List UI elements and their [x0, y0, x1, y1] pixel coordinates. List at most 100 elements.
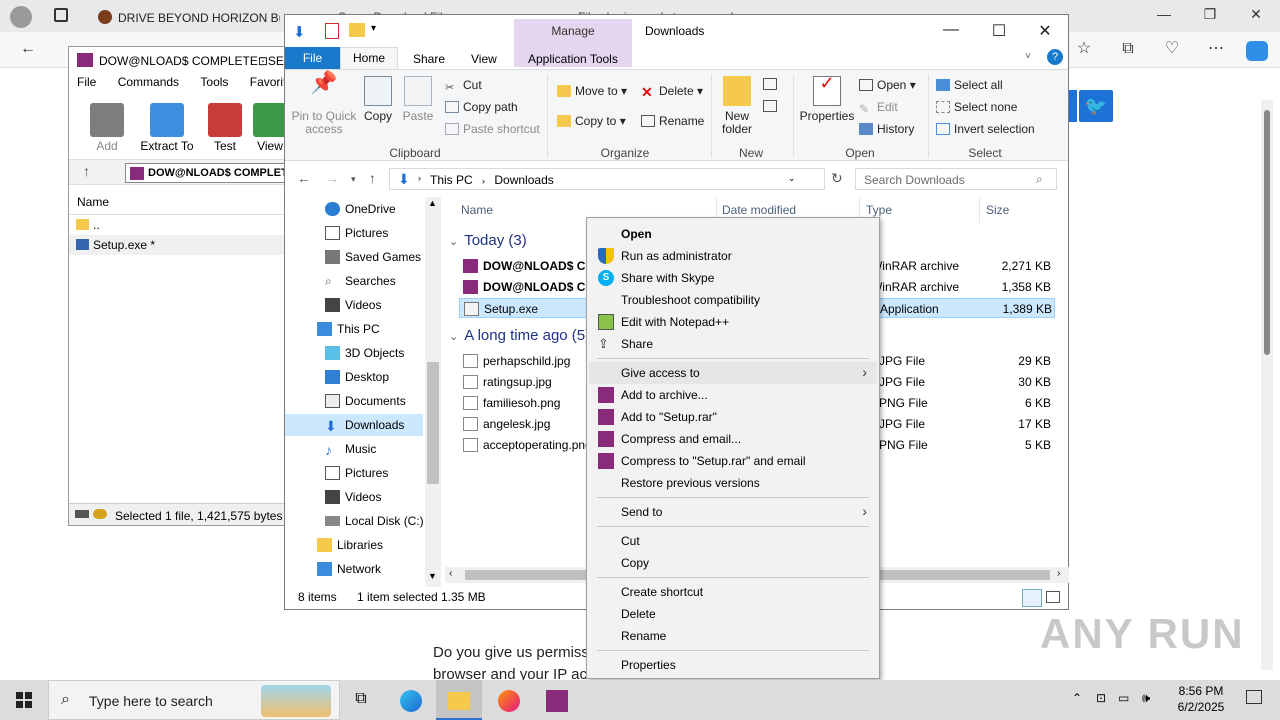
- restore-icon[interactable]: ❐: [1200, 6, 1220, 26]
- properties-button[interactable]: ✓ Properties: [799, 74, 855, 123]
- tree-item-videos[interactable]: Videos: [315, 294, 381, 316]
- menu-item-copy[interactable]: Copy: [589, 552, 877, 574]
- customize-dropdown-icon[interactable]: ▾: [371, 23, 376, 34]
- tree-item-onedrive[interactable]: OneDrive: [315, 198, 396, 220]
- properties-quick-icon[interactable]: [325, 23, 339, 39]
- cut-button[interactable]: ✂ Cut: [445, 78, 482, 94]
- breadcrumb-this-pc[interactable]: This PC: [430, 173, 473, 187]
- copilot-icon[interactable]: [1246, 41, 1268, 61]
- list-item[interactable]: Setup.exe *: [69, 235, 287, 255]
- tree-item-videos-pc[interactable]: Videos: [315, 486, 381, 508]
- ribbon-collapse-icon[interactable]: ˅: [1025, 51, 1031, 62]
- rename-button[interactable]: Rename: [641, 114, 704, 128]
- menu-item-restore[interactable]: Restore previous versions: [589, 472, 877, 494]
- address-dropdown-icon[interactable]: ⌄: [788, 173, 796, 184]
- tab-application-tools[interactable]: Application Tools: [528, 49, 618, 69]
- history-button[interactable]: History: [859, 122, 914, 136]
- navigation-scrollbar[interactable]: ▲ ▼: [425, 197, 441, 587]
- clock[interactable]: 8:56 PM 6/2/2025: [1170, 683, 1232, 715]
- delete-button[interactable]: ✕ Delete ▾: [641, 84, 703, 100]
- firefox-taskbar-button[interactable]: [486, 680, 532, 720]
- taskbar-search-input[interactable]: ⌕ Type here to search: [48, 680, 340, 720]
- tree-item-documents[interactable]: Documents: [315, 390, 406, 412]
- start-button[interactable]: [0, 680, 48, 720]
- back-icon[interactable]: ←: [16, 38, 40, 60]
- new-folder-quick-icon[interactable]: [349, 23, 365, 37]
- menu-item-open[interactable]: Open: [589, 223, 877, 245]
- scroll-up-icon[interactable]: ▲: [428, 198, 437, 208]
- new-folder-button[interactable]: New folder: [717, 76, 757, 136]
- edit-button[interactable]: ✎ Edit: [859, 100, 898, 116]
- ethernet-icon[interactable]: ▭: [1118, 691, 1129, 705]
- extensions-icon[interactable]: ♡: [1160, 38, 1184, 60]
- open-button[interactable]: Open ▾: [859, 78, 916, 92]
- select-none-button[interactable]: Select none: [936, 100, 1017, 114]
- notifications-icon[interactable]: [1246, 690, 1262, 704]
- easy-access-icon[interactable]: [763, 100, 777, 112]
- volume-icon[interactable]: 🕪: [1142, 690, 1150, 706]
- search-input[interactable]: Search Downloads ⌕: [855, 168, 1057, 190]
- menu-tools[interactable]: Tools: [200, 75, 228, 89]
- chevron-up-icon[interactable]: ⌃: [1072, 691, 1082, 705]
- menu-item-delete[interactable]: Delete: [589, 603, 877, 625]
- tab-view[interactable]: View: [471, 49, 497, 69]
- paste-shortcut-button[interactable]: Paste shortcut: [445, 122, 540, 136]
- up-arrow-icon[interactable]: ↑: [83, 163, 90, 179]
- copy-path-button[interactable]: Copy path: [445, 100, 518, 114]
- copy-to-button[interactable]: Copy to ▾: [557, 114, 626, 128]
- tree-item-3d-objects[interactable]: 3D Objects: [315, 342, 404, 364]
- quick-access-arrow-icon[interactable]: ⬇: [293, 23, 306, 41]
- tree-item-downloads[interactable]: ⬇ Downloads: [285, 414, 423, 436]
- favorites-icon[interactable]: ☆: [1072, 38, 1096, 60]
- profile-avatar-icon[interactable]: [10, 6, 32, 28]
- scroll-right-icon[interactable]: ›: [1057, 568, 1060, 579]
- menu-item-notepad[interactable]: Edit with Notepad++: [589, 311, 877, 333]
- close-icon[interactable]: ✕: [1246, 6, 1266, 26]
- collections-icon[interactable]: ⧉: [1116, 38, 1140, 60]
- tree-item-this-pc[interactable]: This PC: [285, 318, 380, 340]
- select-all-button[interactable]: Select all: [936, 78, 1003, 92]
- twitter-icon[interactable]: 🐦: [1079, 90, 1113, 122]
- large-icons-view-icon[interactable]: [1046, 591, 1060, 603]
- tab-share[interactable]: Share: [413, 49, 445, 69]
- column-header-date[interactable]: Date modified: [722, 203, 796, 217]
- address-bar[interactable]: ⬇ › This PC › Downloads ⌄: [389, 168, 825, 190]
- group-header-today[interactable]: ⌄ Today (3): [449, 232, 527, 249]
- extract-to-button[interactable]: Extract To: [139, 103, 195, 153]
- more-icon[interactable]: ⋯: [1204, 38, 1228, 60]
- move-to-button[interactable]: Move to ▾: [557, 84, 627, 98]
- details-view-icon[interactable]: [1022, 589, 1042, 607]
- up-icon[interactable]: ↑: [369, 170, 376, 186]
- menu-item-add-setup-rar[interactable]: Add to "Setup.rar": [589, 406, 877, 428]
- tree-item-libraries[interactable]: Libraries: [285, 534, 383, 556]
- tree-item-searches[interactable]: ⌕ Searches: [315, 270, 396, 292]
- tab-home[interactable]: Home: [340, 47, 398, 69]
- menu-item-properties[interactable]: Properties: [589, 654, 877, 676]
- tree-item-pictures[interactable]: Pictures: [315, 222, 388, 244]
- breadcrumb-downloads[interactable]: Downloads: [494, 173, 553, 187]
- help-icon[interactable]: ?: [1047, 49, 1063, 65]
- tab-actions-icon[interactable]: [54, 8, 68, 22]
- menu-commands[interactable]: Commands: [118, 75, 179, 89]
- tree-item-saved-games[interactable]: Saved Games: [315, 246, 421, 268]
- paste-button[interactable]: Paste: [401, 76, 435, 123]
- maximize-icon[interactable]: ☐: [984, 21, 1014, 41]
- menu-item-give-access[interactable]: Give access to ›: [589, 362, 877, 384]
- back-icon[interactable]: ←: [297, 170, 311, 186]
- list-item[interactable]: ..: [69, 215, 287, 235]
- column-header-name[interactable]: Name: [461, 203, 493, 217]
- edge-taskbar-button[interactable]: [388, 680, 434, 720]
- tree-item-network[interactable]: Network: [285, 558, 381, 580]
- menu-item-create-shortcut[interactable]: Create shortcut: [589, 581, 877, 603]
- add-button[interactable]: Add: [81, 103, 133, 153]
- group-header-long-ago[interactable]: ⌄ A long time ago (5): [449, 327, 589, 344]
- invert-selection-button[interactable]: Invert selection: [936, 122, 1035, 136]
- refresh-icon[interactable]: ↻: [831, 170, 843, 187]
- tab-file[interactable]: File: [285, 47, 340, 69]
- copy-button[interactable]: Copy: [361, 76, 395, 123]
- close-icon[interactable]: ✕: [1030, 21, 1060, 41]
- column-header-type[interactable]: Type: [866, 203, 892, 217]
- network-tray-icon[interactable]: ⊡: [1096, 691, 1106, 705]
- winrar-taskbar-button[interactable]: [534, 680, 580, 720]
- scroll-down-icon[interactable]: ▼: [428, 571, 437, 581]
